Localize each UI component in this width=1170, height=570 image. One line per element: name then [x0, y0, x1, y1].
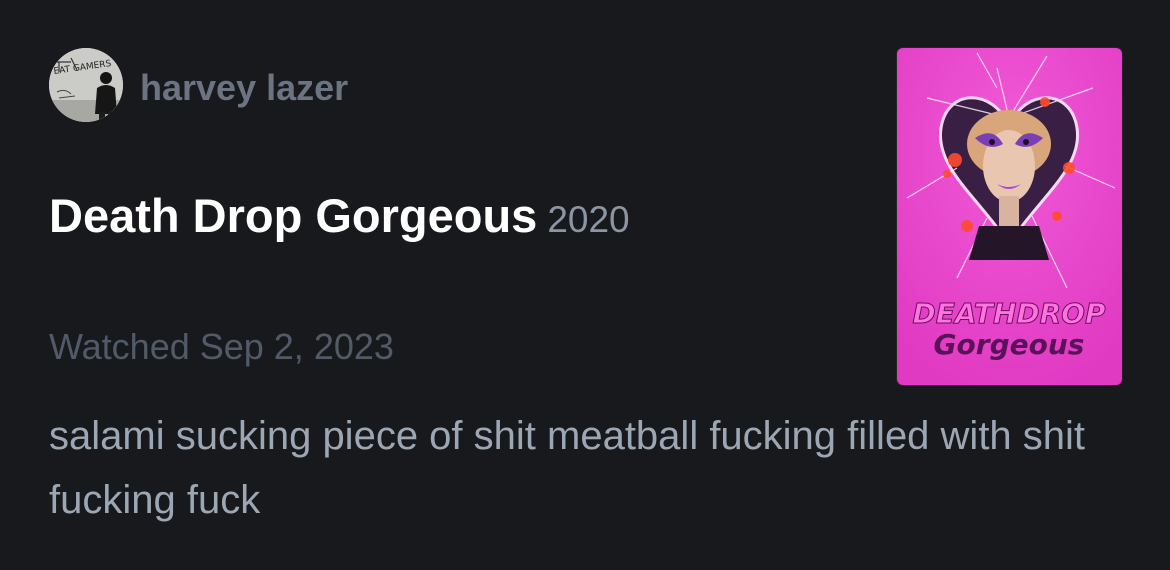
review-card: EAT GAMERS harvey lazer Death Drop Gorge… [0, 0, 1170, 570]
avatar-image: EAT GAMERS [49, 48, 123, 122]
watched-date: Watched Sep 2, 2023 [49, 326, 394, 367]
poster-title-line1: DEATHDROP [912, 297, 1105, 330]
review-body: salami sucking piece of shit meatball fu… [49, 414, 1086, 522]
film-heading: Death Drop Gorgeous 2020 [49, 188, 630, 256]
film-title[interactable]: Death Drop Gorgeous [49, 189, 537, 242]
user-avatar[interactable]: EAT GAMERS [49, 48, 123, 122]
film-year[interactable]: 2020 [547, 199, 629, 240]
poster-artwork: DEATHDROP Gorgeous [897, 48, 1122, 385]
film-poster[interactable]: DEATHDROP Gorgeous [897, 48, 1122, 385]
author-name[interactable]: harvey lazer [140, 66, 348, 110]
poster-title-line2: Gorgeous [934, 328, 1085, 361]
